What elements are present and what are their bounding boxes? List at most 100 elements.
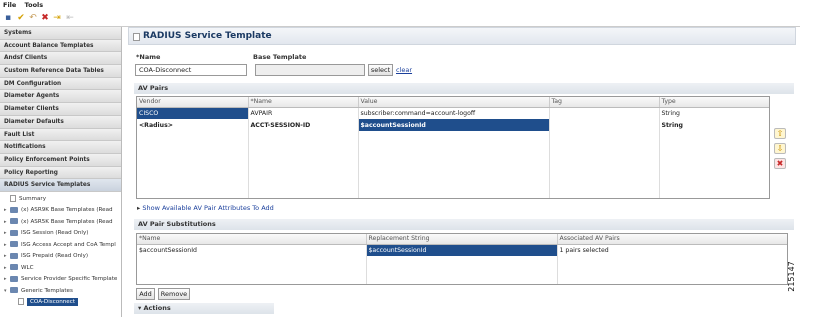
sidebar-section-policy-enforcement-points[interactable]: Policy Enforcement Points [0,153,121,167]
template-tree: Summary ▸ (x) ASR9K Base Templates (Read … [0,192,121,309]
substitutions-table: *Name Replacement String Associated AV P… [136,233,788,285]
folder-icon [10,264,18,271]
sidebar-section-systems[interactable]: Systems [0,27,121,40]
toolbar: ▪ ✔ ↶ ✖ ⇥ ⇤ [0,10,800,27]
tree-item-service-provider[interactable]: ▸ Service Provider Specific Template [0,274,121,286]
av-pairs-header: AV Pairs [134,83,794,94]
column-header-associated-av-pairs[interactable]: Associated AV Pairs [557,234,787,245]
av-pairs-table: Vendor *Name Value Tag Type CISCO AVPAIR… [136,96,770,199]
folder-icon [10,241,18,248]
tree-item-summary[interactable]: Summary [0,194,121,206]
sidebar-section-diameter-agents[interactable]: Diameter Agents [0,90,121,104]
av-pairs-header-row: Vendor *Name Value Tag Type [137,97,769,108]
tree-item-isg-prepaid[interactable]: ▸ ISG Prepaid (Read Only) [0,251,121,263]
folder-icon [10,275,18,282]
column-header-replacement-string[interactable]: Replacement String [366,234,558,245]
tree-item-asr9k[interactable]: ▸ (x) ASR9K Base Templates (Read [0,205,121,217]
av-pair-substitutions-header: AV Pair Substitutions [134,219,794,230]
panel-title-bar: RADIUS Service Template [128,27,796,45]
substitutions-header-row: *Name Replacement String Associated AV P… [137,234,787,245]
delete-row-button[interactable]: ✖ [774,158,786,169]
figure-id: 215147 [787,248,814,312]
figure-id-text: 215147 [786,261,796,292]
tree-item-coa-disconnect[interactable]: COA-Disconnect [0,297,121,309]
undo-icon[interactable]: ↶ [28,13,38,23]
empty-row [137,131,769,198]
tag-cell[interactable] [549,107,660,119]
menu-bar: File Tools [0,0,800,10]
base-template-field[interactable] [255,64,365,76]
move-up-button[interactable]: ⇧ [774,128,786,139]
actions-header[interactable]: ▾ Actions [134,303,274,314]
check-icon[interactable]: ✔ [16,13,26,23]
show-available-av-pairs-link[interactable]: ▸ Show Available AV Pair Attributes To A… [137,204,274,212]
value-cell[interactable]: $accountSessionId [358,119,550,131]
add-button[interactable]: Add [136,288,155,300]
column-header-vendor[interactable]: Vendor [137,97,249,108]
remove-button[interactable]: Remove [158,288,190,300]
sidebar-section-account-balance-templates[interactable]: Account Balance Templates [0,39,121,53]
column-header-name[interactable]: *Name [248,97,359,108]
delete-icon[interactable]: ✖ [40,13,50,23]
expand-arrow-icon: ▸ [137,204,141,212]
vendor-cell[interactable]: CISCO [137,107,249,119]
name-label: *Name [136,53,161,61]
folder-icon [10,218,18,225]
folder-icon [10,229,18,236]
move-down-button[interactable]: ⇩ [774,143,786,154]
main-panel: RADIUS Service Template *Name COA-Discon… [128,27,796,317]
type-cell[interactable]: String [659,107,769,119]
menu-tools[interactable]: Tools [22,0,47,9]
sidebar-section-dm-configuration[interactable]: DM Configuration [0,77,121,91]
column-header-value[interactable]: Value [358,97,550,108]
menu-file[interactable]: File [0,0,19,9]
show-available-label: Show Available AV Pair Attributes To Add [142,204,274,212]
column-header-name[interactable]: *Name [137,234,367,245]
sidebar-section-andsf-clients[interactable]: Andsf Clients [0,52,121,66]
table-row[interactable]: $accountSessionId $accountSessionId 1 pa… [137,244,787,256]
sidebar-section-diameter-clients[interactable]: Diameter Clients [0,103,121,116]
folder-icon [10,252,18,259]
associated-cell[interactable]: 1 pairs selected [557,244,787,256]
base-template-label: Base Template [253,53,307,61]
sidebar-section-radius-service-templates[interactable]: RADIUS Service Templates [0,179,121,192]
name-cell[interactable]: $accountSessionId [137,244,367,256]
tag-cell[interactable] [549,119,660,131]
sidebar-section-policy-reporting[interactable]: Policy Reporting [0,166,121,180]
name-field[interactable]: COA-Disconnect [135,64,247,76]
revert-icon[interactable]: ⇤ [65,13,75,23]
sidebar-section-diameter-defaults[interactable]: Diameter Defaults [0,115,121,129]
value-cell[interactable]: subscriber:command=account-logoff [358,107,550,119]
sidebar-section-fault-list[interactable]: Fault List [0,128,121,142]
save-icon[interactable]: ▪ [3,13,13,23]
replacement-cell[interactable]: $accountSessionId [366,244,558,256]
tree-item-generic-templates[interactable]: ▾ Generic Templates [0,286,121,298]
name-cell[interactable]: AVPAIR [248,107,359,119]
column-header-type[interactable]: Type [659,97,769,108]
empty-row [137,256,787,284]
column-header-tag[interactable]: Tag [549,97,660,108]
select-button[interactable]: select [368,64,393,76]
tree-item-isg-session[interactable]: ▸ ISG Session (Read Only) [0,228,121,240]
sidebar-section-custom-reference-data-tables[interactable]: Custom Reference Data Tables [0,65,121,78]
vendor-cell[interactable]: <Radius> [137,119,249,131]
folder-open-icon [10,287,18,294]
page-title: RADIUS Service Template [143,31,272,41]
folder-icon [10,206,18,213]
table-row[interactable]: <Radius> ACCT-SESSION-ID $accountSession… [137,119,769,131]
clear-link[interactable]: clear [396,66,412,74]
document-icon [18,298,24,306]
apply-icon[interactable]: ⇥ [52,13,62,23]
document-icon [10,194,16,202]
actions-label: Actions [143,304,171,312]
tree-item-isg-access-accept[interactable]: ▸ ISG Access Accept and CoA Templ [0,240,121,252]
collapse-arrow-icon: ▾ [138,304,142,312]
type-cell[interactable]: String [659,119,769,131]
table-row[interactable]: CISCO AVPAIR subscriber:command=account-… [137,107,769,119]
sidebar: Systems Account Balance Templates Andsf … [0,27,122,317]
tree-item-asr5k[interactable]: ▸ (x) ASR5K Base Templates (Read [0,217,121,229]
tree-item-wlc[interactable]: ▸ WLC [0,263,121,275]
page-icon [133,33,140,41]
sidebar-section-notifications[interactable]: Notifications [0,141,121,154]
name-cell[interactable]: ACCT-SESSION-ID [248,119,359,131]
